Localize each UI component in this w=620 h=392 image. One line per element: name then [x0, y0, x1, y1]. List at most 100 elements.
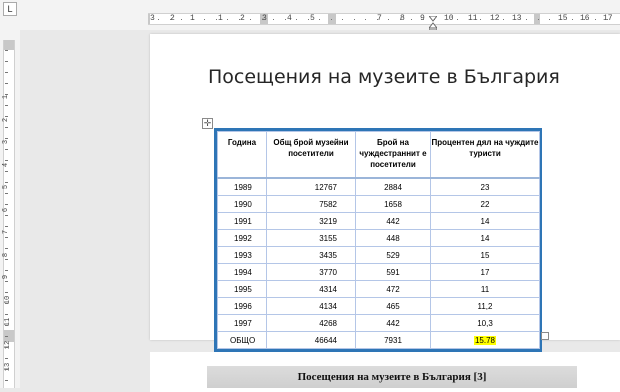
table-cell[interactable]: 442 [355, 314, 431, 332]
ruler-tick [5, 127, 8, 128]
column-header[interactable]: Брой на чуждестраннит е посетители [355, 131, 431, 179]
table-cell[interactable]: 12767 [266, 177, 356, 196]
ruler-tick [5, 237, 8, 238]
cell-value: 3435 [319, 250, 337, 260]
ruler-tick [181, 19, 182, 20]
table-cell[interactable]: 4134 [266, 297, 356, 315]
table-cell[interactable]: 4314 [266, 280, 356, 298]
ruler-tick [572, 19, 573, 20]
table-cell[interactable]: 1658 [355, 195, 431, 213]
table-cell[interactable]: 591 [355, 263, 431, 281]
tab-selector[interactable]: L [3, 2, 17, 16]
table-cell[interactable]: 14 [430, 212, 540, 230]
ruler-number: 15 [558, 14, 568, 23]
table-cell[interactable]: 4268 [266, 314, 356, 332]
table-cell[interactable]: 17 [430, 263, 540, 281]
ruler-tick [388, 19, 389, 20]
document-title[interactable]: Посещения на музеите в България [208, 66, 560, 88]
ruler-tick [423, 19, 424, 20]
table-cell[interactable]: 11 [430, 280, 540, 298]
ruler-tick [354, 19, 355, 20]
table-cell[interactable]: 1997 [217, 314, 267, 332]
table-cell[interactable]: 1994 [217, 263, 267, 281]
ruler-tick [5, 336, 8, 337]
table-cell[interactable]: ОБЩО [217, 331, 267, 349]
ruler-tick [250, 19, 251, 20]
column-header[interactable]: Общ брой музейни посетители [266, 131, 356, 179]
ruler-tick [5, 171, 8, 172]
ruler-number: 8 [2, 252, 11, 257]
ruler-tick [193, 19, 194, 20]
table-cell[interactable]: 3770 [266, 263, 356, 281]
table-cell[interactable]: 1990 [217, 195, 267, 213]
table-cell[interactable]: 1996 [217, 297, 267, 315]
ruler-number: 3 [150, 14, 155, 23]
ruler-tick [170, 19, 171, 20]
ruler-tick [446, 19, 447, 20]
ruler-number: 7 [2, 229, 11, 235]
indent-marker-icon[interactable] [429, 16, 437, 30]
table-cell[interactable]: 3435 [266, 246, 356, 264]
ruler-tick [5, 314, 8, 315]
cell-value: 46644 [314, 335, 337, 345]
table-cell[interactable]: 1995 [217, 280, 267, 298]
column-header[interactable]: Година [217, 131, 267, 179]
table-cell[interactable]: 3219 [266, 212, 356, 230]
vertical-ruler[interactable]: L 1 2 3 4 5 6 7 8 9 10 11 12 13 [0, 2, 20, 388]
table-cell[interactable]: 14 [430, 229, 540, 247]
table-cell[interactable]: 1992 [217, 229, 267, 247]
table-cell[interactable]: 23 [430, 177, 540, 196]
ruler-tick [5, 281, 8, 282]
table-cell[interactable]: 529 [355, 246, 431, 264]
table-cell[interactable]: 15 [430, 246, 540, 264]
scanned-image[interactable]: Посещения на музеите в България [3] [207, 366, 577, 388]
resize-icon[interactable] [541, 332, 549, 340]
ruler-tick [273, 19, 274, 20]
table-cell[interactable]: 1993 [217, 246, 267, 264]
ruler-tick [239, 19, 240, 20]
table-cell[interactable]: 15.78 [430, 331, 540, 349]
ruler-tick [411, 19, 412, 20]
ruler-tick [5, 380, 8, 381]
move-icon[interactable]: ✛ [202, 118, 213, 129]
table-cell[interactable]: 46644 [266, 331, 356, 349]
ruler-tick [331, 19, 332, 20]
ruler-tick [515, 19, 516, 20]
table-cell[interactable]: 448 [355, 229, 431, 247]
ruler-number: 5 [310, 14, 315, 23]
ruler-tick [492, 19, 493, 20]
table-cell[interactable]: 11,2 [430, 297, 540, 315]
horizontal-ruler[interactable]: 3211234578910111213151617 [0, 0, 620, 30]
column-header[interactable]: Процентен дял на чуждите туристи [430, 131, 540, 179]
ruler-number: 9 [2, 274, 11, 280]
table-cell[interactable]: 465 [355, 297, 431, 315]
table-cell[interactable]: 22 [430, 195, 540, 213]
table-cell[interactable]: 1989 [217, 177, 267, 196]
ruler-tick [5, 83, 8, 84]
table-cell[interactable]: 7931 [355, 331, 431, 349]
table-cell[interactable]: 472 [355, 280, 431, 298]
cell-value: 3219 [319, 216, 337, 226]
ruler-tick [377, 19, 378, 20]
table-cell[interactable]: 3155 [266, 229, 356, 247]
table-row: 1997 4268 442 10,3 [217, 314, 540, 332]
table-row: 1989 12767 2884 23 [217, 177, 540, 196]
ruler-tick [5, 248, 8, 249]
ruler-number: 2 [240, 14, 245, 23]
ruler-tick [204, 19, 205, 20]
ruler-tick [319, 19, 320, 20]
cell-value: 7582 [319, 199, 337, 209]
table-row: 1993 3435 529 15 [217, 246, 540, 264]
table-cell[interactable]: 10,3 [430, 314, 540, 332]
data-table[interactable]: Година Общ брой музейни посетители Брой … [214, 128, 542, 352]
ruler-tick [5, 259, 8, 260]
table-cell[interactable]: 2884 [355, 177, 431, 196]
cell-value: 3155 [319, 233, 337, 243]
table-cell[interactable]: 7582 [266, 195, 356, 213]
ruler-tick [5, 94, 8, 95]
table-cell[interactable]: 442 [355, 212, 431, 230]
ruler-tick [5, 182, 8, 183]
table-cell[interactable]: 1991 [217, 212, 267, 230]
ruler-tick [549, 19, 550, 20]
ruler-tick [480, 19, 481, 20]
